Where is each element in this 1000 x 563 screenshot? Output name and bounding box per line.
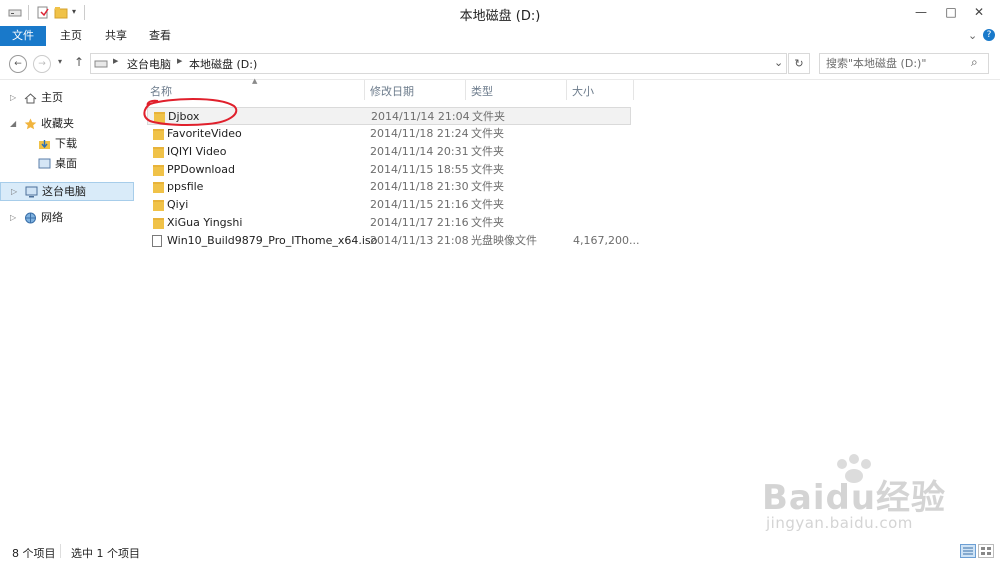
address-dropdown-icon[interactable]: ⌄ [774,56,783,69]
expand-arrow-icon[interactable]: ▷ [10,89,16,107]
item-count: 8 个项目 [12,547,56,560]
folder-icon [153,147,164,158]
home-icon [24,92,37,104]
forward-button[interactable]: → [33,55,51,73]
file-row[interactable]: Qiyi 2014/11/15 21:16 文件夹 [147,196,631,214]
network-icon [24,212,37,224]
baidu-watermark: Baidu经验 jingyan.baidu.com [762,454,962,542]
file-row[interactable]: ppsfile 2014/11/18 21:30 文件夹 [147,178,631,196]
window-title: 本地磁盘 (D:) [459,9,541,24]
tab-view[interactable]: 查看 [149,26,171,46]
minimize-button[interactable]: — [910,2,932,22]
folder-icon [153,165,164,176]
breadcrumb-thispc[interactable]: 这台电脑 [127,56,171,72]
download-folder-icon [38,138,51,149]
tab-file[interactable]: 文件 [0,26,46,46]
file-row[interactable]: Win10_Build9879_Pro_IThome_x64.iso 2014/… [147,232,639,250]
nav-item-network[interactable]: ▷ 网络 [0,209,134,227]
collapse-arrow-icon[interactable]: ◢ [10,115,16,133]
folder-icon [153,218,164,229]
sort-ascending-icon: ▲ [252,77,258,85]
close-button[interactable]: ✕ [968,2,990,22]
tab-home[interactable]: 主页 [60,26,82,46]
file-row[interactable]: IQIYI Video 2014/11/14 20:31 文件夹 [147,143,631,161]
search-box[interactable]: ⌕ [819,53,989,74]
watermark-brand: Baidu经验 [762,478,947,518]
selection-count: 选中 1 个项目 [71,547,140,560]
breadcrumb-drive-d[interactable]: 本地磁盘 (D:) [189,56,257,72]
refresh-button[interactable]: ↻ [788,53,810,74]
column-header-size[interactable]: 大小 [572,84,594,100]
watermark-url: jingyan.baidu.com [766,514,913,532]
search-icon[interactable]: ⌕ [971,55,978,70]
column-header-modified[interactable]: 修改日期 [370,84,414,100]
nav-item-home[interactable]: ▷ 主页 [0,89,134,107]
search-input[interactable] [826,56,966,70]
disc-image-file-icon [152,235,162,247]
folder-icon [153,182,164,193]
details-view-icon[interactable] [960,544,976,558]
folder-icon [153,200,164,211]
computer-icon [25,186,38,198]
tab-share[interactable]: 共享 [105,26,127,46]
expand-arrow-icon[interactable]: ▷ [11,183,17,201]
file-row[interactable]: XiGua Yingshi 2014/11/17 21:16 文件夹 [147,214,631,232]
nav-item-downloads[interactable]: 下载 [0,135,134,153]
status-bar [0,541,1000,563]
column-header-type[interactable]: 类型 [471,84,493,100]
up-button[interactable]: ↑ [74,55,84,69]
large-icons-view-icon[interactable] [978,544,994,558]
column-divider[interactable] [566,80,567,100]
drive-icon [94,57,108,72]
address-bar[interactable]: ▶ 这台电脑 ▶ 本地磁盘 (D:) ⌄ [90,53,787,74]
maximize-button[interactable]: □ [940,2,962,22]
status-divider [60,544,61,558]
breadcrumb-separator-icon[interactable]: ▶ [113,57,118,65]
column-divider[interactable] [633,80,634,100]
help-icon[interactable]: ? [983,29,995,41]
breadcrumb-separator-icon[interactable]: ▶ [177,57,182,65]
star-icon [24,118,37,130]
nav-item-thispc[interactable]: ▷ 这台电脑 [0,182,134,201]
expand-arrow-icon[interactable]: ▷ [10,209,16,227]
back-button[interactable]: ← [9,55,27,73]
annotation-circle [143,98,238,126]
nav-item-favorites[interactable]: ◢ 收藏夹 [0,115,134,133]
file-row[interactable]: PPDownload 2014/11/15 18:55 文件夹 [147,161,631,179]
column-divider[interactable] [364,80,365,100]
ribbon-expand-icon[interactable]: ⌄ [968,29,977,42]
desktop-icon [38,158,51,169]
nav-item-desktop[interactable]: 桌面 [0,155,134,173]
recent-locations-icon[interactable]: ▾ [58,57,62,66]
column-divider[interactable] [465,80,466,100]
